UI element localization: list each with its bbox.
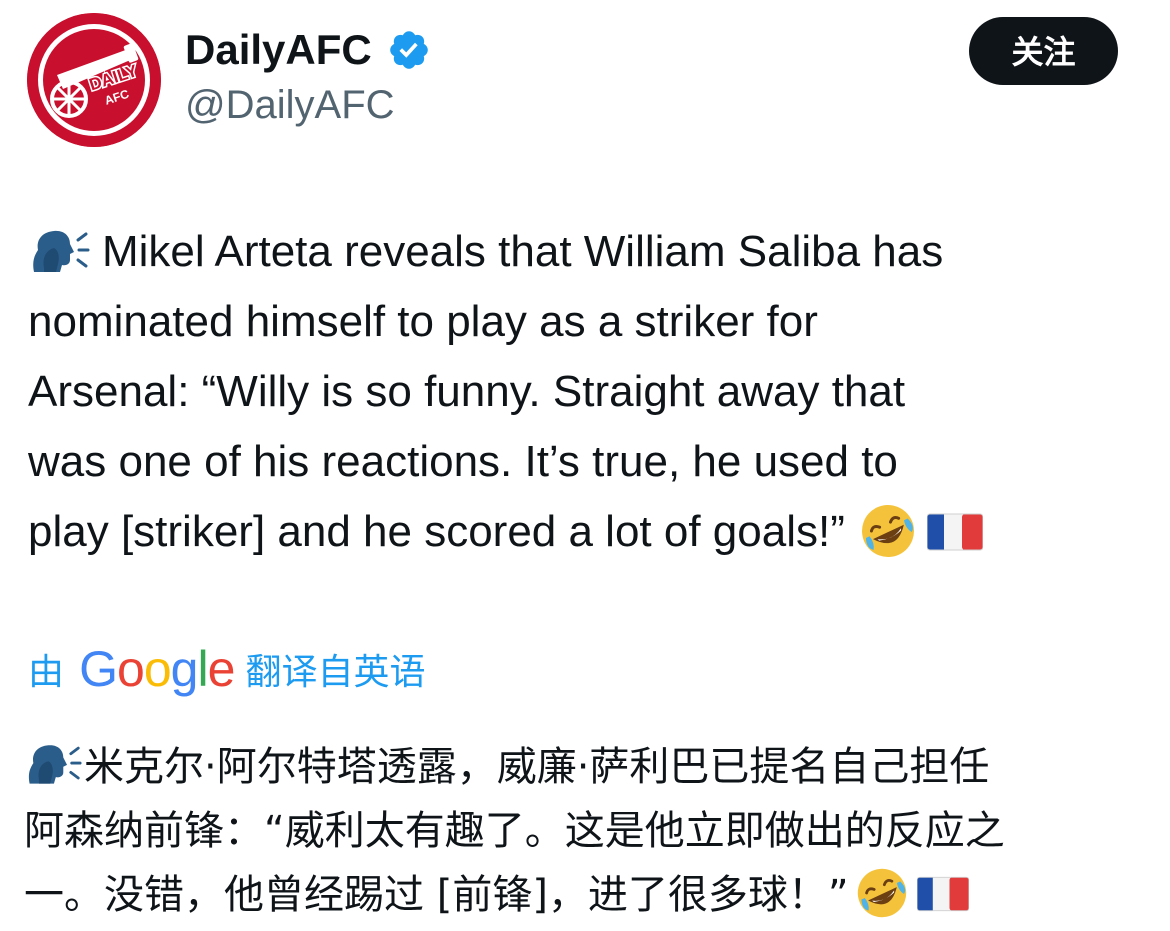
google-letter: g: [170, 641, 199, 697]
avatar[interactable]: DAILY AFC: [27, 13, 161, 147]
tweet-line-text: was one of his reactions. It’s true, he …: [28, 437, 898, 486]
dailyafc-logo-icon: DAILY AFC: [27, 13, 161, 147]
verified-badge-icon: [390, 31, 428, 69]
display-name[interactable]: DailyAFC: [185, 24, 372, 76]
tweet-line-text: Arsenal: “Willy is so funny. Straight aw…: [28, 367, 906, 416]
tweet-line-text: Mikel Arteta reveals that William Saliba…: [102, 227, 944, 276]
rofl-emoji-icon: [861, 505, 914, 557]
translate-from-link[interactable]: 翻译自英语: [245, 652, 425, 693]
google-logo[interactable]: Google: [79, 641, 236, 697]
tweet-text: Mikel Arteta reveals that William Saliba…: [28, 217, 1148, 567]
tweet-header: DAILY AFC DailyAFC @DailyAFC 关注: [0, 0, 1170, 160]
speaking-head-icon: [33, 230, 90, 272]
rofl-emoji-icon: [857, 868, 906, 918]
translated-line-text: 一。没错，他曾经踢过 [前锋]，进了很多球！”: [24, 872, 849, 918]
google-letter: o: [117, 641, 145, 697]
tweet-line: play [striker] and he scored a lot of go…: [28, 497, 1148, 567]
user-handle[interactable]: @DailyAFC: [185, 80, 395, 130]
tweet-line: was one of his reactions. It’s true, he …: [28, 427, 1148, 497]
tweet-line-text: play [striker] and he scored a lot of go…: [28, 507, 845, 556]
google-letter: e: [207, 641, 236, 697]
google-letter: G: [79, 641, 118, 697]
translated-text: 米克尔·阿尔特塔透露，威廉·萨利巴已提名自己担任 阿森纳前锋：“威利太有趣了。这…: [24, 735, 1149, 927]
translated-by-label: 由: [28, 652, 65, 693]
tweet-line: nominated himself to play as a striker f…: [28, 287, 1148, 357]
france-flag-icon: [916, 876, 969, 912]
follow-button[interactable]: 关注: [969, 17, 1118, 85]
google-letter: l: [197, 641, 208, 697]
translated-line-text: 米克尔·阿尔特塔透露，威廉·萨利巴已提名自己担任: [84, 744, 990, 790]
tweet-line: Arsenal: “Willy is so funny. Straight aw…: [28, 357, 1148, 427]
translated-line: 米克尔·阿尔特塔透露，威廉·萨利巴已提名自己担任: [24, 735, 1149, 799]
translated-line: 一。没错，他曾经踢过 [前锋]，进了很多球！”: [24, 863, 1149, 927]
tweet-line-text: nominated himself to play as a striker f…: [28, 297, 818, 346]
google-letter: o: [143, 641, 172, 697]
speaking-head-icon: [28, 745, 82, 784]
translation-attribution: 由 Google 翻译自英语: [28, 640, 425, 700]
france-flag-icon: [926, 513, 983, 551]
translated-line: 阿森纳前锋：“威利太有趣了。这是他立即做出的反应之: [24, 799, 1149, 863]
translated-line-text: 阿森纳前锋：“威利太有趣了。这是他立即做出的反应之: [24, 808, 1005, 854]
tweet-line: Mikel Arteta reveals that William Saliba…: [28, 217, 1148, 287]
